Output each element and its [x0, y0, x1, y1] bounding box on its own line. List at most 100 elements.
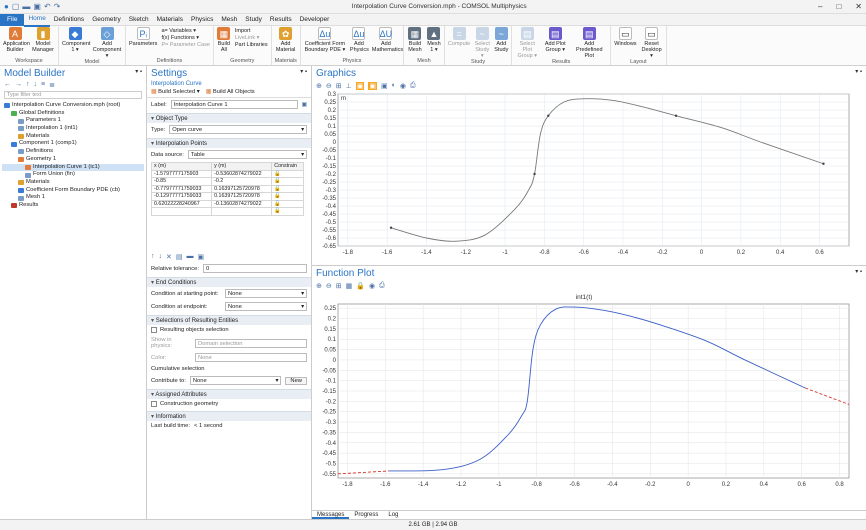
windows-button[interactable]: ▭ Windows — [614, 27, 637, 47]
livelink-button[interactable]: LiveLink ▾ — [235, 35, 268, 41]
select-plot-group-button[interactable]: ▤ Select Plot Group ▾ — [515, 27, 539, 59]
forward-icon[interactable]: → — [15, 81, 22, 90]
menu-materials[interactable]: Materials — [153, 14, 187, 26]
type-select[interactable]: Open curve — [169, 125, 307, 134]
col-constrain[interactable]: Constrain — [271, 162, 304, 171]
settings-menu-icon[interactable]: ▾ ▪ — [300, 68, 307, 79]
cell-x[interactable]: 0.62022228240967 — [150, 199, 213, 208]
parameters-button[interactable]: Pᵢ Parameters — [129, 27, 157, 47]
clear-table-icon[interactable]: ▤ — [176, 253, 183, 262]
add-mathematics-button[interactable]: ΔU Add Mathematics — [372, 27, 403, 53]
menu-sketch[interactable]: Sketch — [125, 14, 153, 26]
graphics-menu-icon[interactable]: ▾ ▪ — [855, 68, 862, 79]
menu-physics[interactable]: Physics — [187, 14, 217, 26]
tree-node[interactable]: Interpolation Curve Conversion.mph (root… — [2, 102, 144, 110]
cell-x[interactable]: -0.85 — [150, 177, 213, 186]
add-predefined-plot-button[interactable]: ▤ Add Predefined Plot — [571, 27, 607, 59]
data-source-select[interactable]: Table — [187, 150, 307, 159]
cell-y[interactable]: 0.16397125720978 — [211, 184, 273, 193]
tree-filter-input[interactable]: Type filter text — [4, 91, 142, 99]
fp-camera-icon[interactable]: ◉ — [369, 282, 375, 290]
maximize-icon[interactable]: □ — [836, 2, 841, 11]
menu-geometry[interactable]: Geometry — [88, 14, 125, 26]
show-physics-select[interactable]: Domain selection — [195, 338, 307, 348]
tree-node[interactable]: Global Definitions — [2, 110, 144, 118]
new-icon[interactable]: ▢ — [12, 2, 20, 11]
open-file-icon[interactable]: ▬ — [187, 253, 194, 262]
component-button[interactable]: ◆ Component 1 ▾ — [62, 27, 90, 53]
menu-study[interactable]: Study — [241, 14, 266, 26]
start-condition-select[interactable]: None — [225, 289, 307, 298]
print-icon[interactable]: ⎙ — [410, 82, 416, 90]
build-all-button[interactable]: ▦ Build All — [217, 27, 231, 53]
fp-zoom-in-icon[interactable]: ⊕ — [316, 282, 322, 290]
add-component-button[interactable]: ◇ Add Component ▾ — [92, 27, 122, 59]
save-icon[interactable]: ▣ — [33, 2, 41, 11]
functions-button[interactable]: f(x) Functions ▾ — [161, 35, 209, 41]
back-icon[interactable]: ← — [4, 81, 11, 90]
up-icon[interactable]: ↑ — [26, 81, 30, 90]
construction-geometry-checkbox[interactable]: Construction geometry — [147, 399, 311, 409]
zoom-in-icon[interactable]: ⊕ — [316, 82, 322, 90]
undo-icon[interactable]: ↶ — [44, 2, 51, 11]
application-builder-button[interactable]: A Application Builder — [3, 27, 30, 53]
cell-y[interactable]: -0.53602874279022 — [211, 169, 273, 178]
delete-row-icon[interactable]: ✕ — [166, 253, 172, 262]
open-icon[interactable]: ▬ — [22, 2, 30, 11]
menu-definitions[interactable]: Definitions — [50, 14, 88, 26]
minimize-icon[interactable]: – — [818, 2, 822, 11]
collapse-icon[interactable]: ≣ — [49, 81, 55, 90]
label-input[interactable]: Interpolation Curve 1 — [170, 100, 298, 109]
part-libraries-button[interactable]: Part Libraries — [235, 42, 268, 48]
constrain-lock-icon[interactable]: 🔓 — [271, 192, 304, 201]
variables-button[interactable]: a= Variables ▾ — [161, 28, 209, 34]
constrain-lock-icon[interactable]: 🔓 — [271, 207, 304, 216]
move-up-icon[interactable]: ↑ — [151, 253, 155, 262]
table-row[interactable]: -1.5797777175903 -0.53602874279022 🔓 — [150, 169, 304, 178]
import-button[interactable]: Import — [235, 28, 268, 34]
menu-file[interactable]: File — [0, 13, 25, 26]
section-information[interactable]: Information — [147, 411, 311, 421]
tree-node[interactable]: Interpolation Curve 1 (ic1) — [2, 163, 144, 172]
col-y[interactable]: y (m) — [211, 162, 273, 171]
mesh-1-button[interactable]: ▲ Mesh 1 ▾ — [427, 27, 441, 53]
redo-icon[interactable]: ↷ — [54, 2, 61, 11]
compute-button[interactable]: = Compute — [448, 27, 470, 47]
fp-zoom-extents-icon[interactable]: ⊞ — [336, 282, 342, 290]
tree-node[interactable]: Geometry 1 — [2, 156, 144, 164]
tree-node[interactable]: Mesh 1 — [2, 194, 144, 202]
cell-y[interactable]: -0.13602874279022 — [211, 199, 273, 208]
close-icon[interactable]: ✕ — [855, 2, 862, 11]
tree-node[interactable]: Coefficient Form Boundary PDE (cb) — [2, 187, 144, 195]
resulting-selection-checkbox[interactable]: Resulting objects selection — [147, 325, 311, 335]
table-row[interactable]: 0.62022228240967 -0.13602874279022 🔓 — [150, 199, 304, 208]
table-row[interactable]: -0.77977771759033 0.16397125720978 🔓 — [150, 184, 304, 193]
cell-empty[interactable] — [211, 207, 273, 216]
cell-x[interactable]: -0.77977771759033 — [150, 184, 213, 193]
cell-empty[interactable] — [150, 207, 213, 216]
select-points-icon[interactable]: ▣ — [381, 82, 388, 90]
tab-messages[interactable]: Messages — [312, 511, 350, 519]
build-selected-button[interactable]: ▦ Build Selected ▾ — [151, 89, 200, 95]
fp-print-icon[interactable]: ⎙ — [379, 282, 385, 290]
fp-grid-icon[interactable]: ▦ — [346, 282, 353, 290]
add-plot-group-button[interactable]: ▤ Add Plot Group ▾ — [543, 27, 567, 53]
cell-x[interactable]: -0.12977771759033 — [150, 192, 213, 201]
menu-results[interactable]: Results — [266, 14, 296, 26]
menu-developer[interactable]: Developer — [296, 14, 334, 26]
geometry-plot[interactable]: -1.8 -1.6 -1.4 -1.2 -1 -0.8 -0.6 -0.4 -0.2 0 0.2 0.… — [312, 90, 857, 256]
tree-node[interactable]: Materials — [2, 133, 144, 141]
menu-mesh[interactable]: Mesh — [217, 14, 241, 26]
save-table-icon[interactable]: ▣ — [198, 253, 205, 262]
tree-node[interactable]: Form Union (fin) — [2, 171, 144, 179]
coefficient-form-button[interactable]: Δu Coefficient Form Boundary PDE ▾ — [304, 27, 346, 53]
build-mesh-button[interactable]: ▦ Build Mesh — [407, 27, 423, 53]
menu-home[interactable]: Home — [24, 13, 50, 27]
zoom-extents-icon[interactable]: ⊞ — [336, 82, 342, 90]
section-assigned-attributes[interactable]: Assigned Attributes — [147, 389, 311, 399]
new-button[interactable]: New — [285, 376, 307, 385]
add-study-button[interactable]: ~ Add Study — [494, 27, 508, 53]
tree-node[interactable]: Interpolation 1 (int1) — [2, 125, 144, 133]
section-interpolation-points[interactable]: Interpolation Points — [147, 138, 311, 148]
function-plot[interactable]: int1(t) -1.8 -1.6 -1.4 -1.2 -1 -0.8 -0.6 -0.4 -0.… — [312, 290, 857, 490]
